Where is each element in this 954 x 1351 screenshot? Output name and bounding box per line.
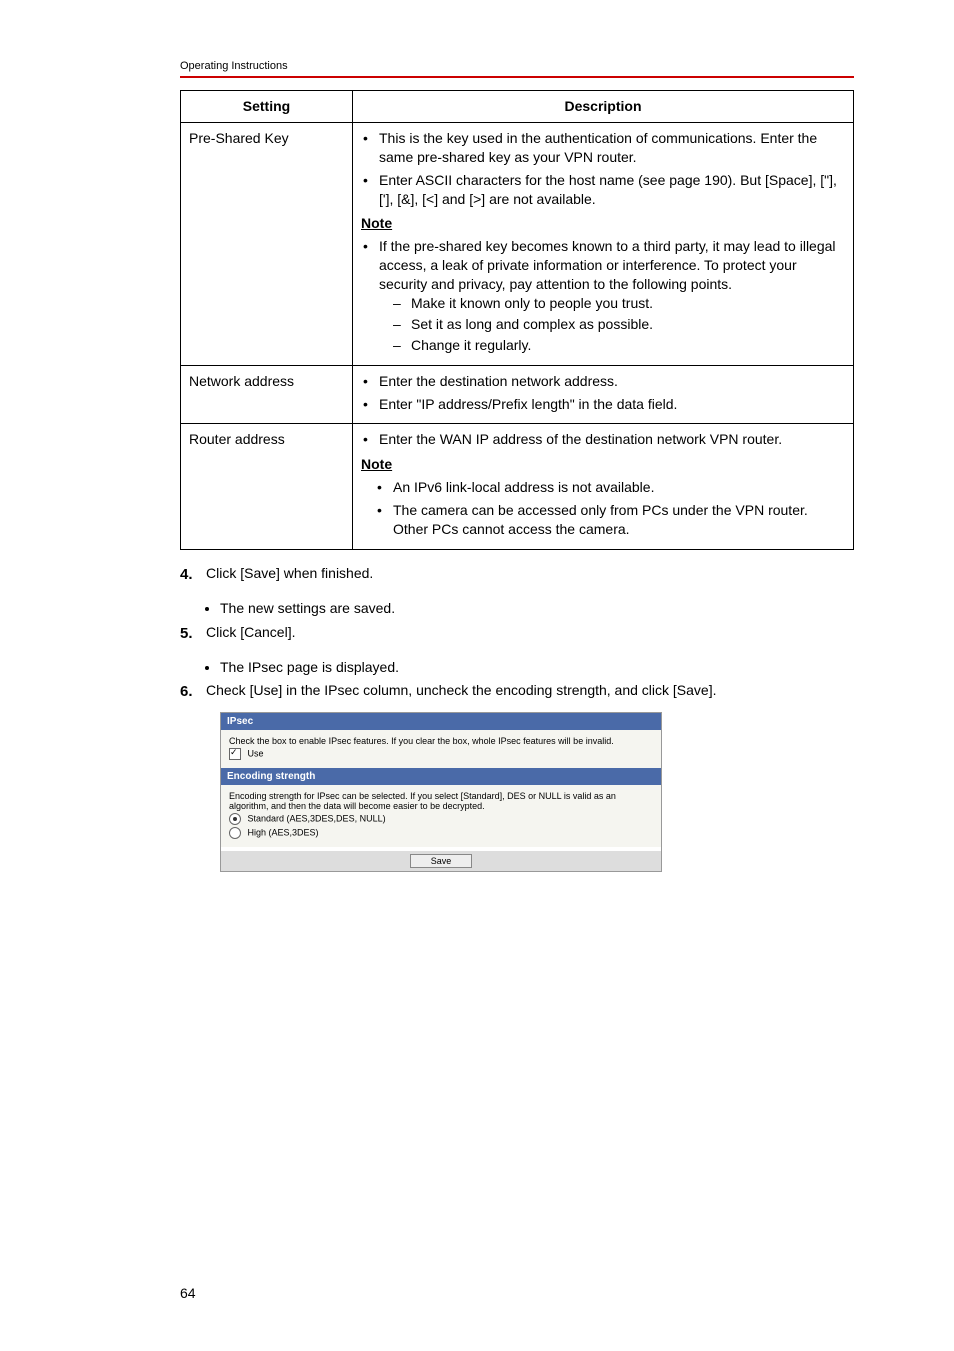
cell-description: Enter the WAN IP address of the destinat…	[353, 424, 854, 549]
note-heading: Note	[361, 455, 845, 474]
list-item: Change it regularly.	[379, 336, 845, 355]
high-radio[interactable]	[229, 827, 241, 839]
step-sub-item: The new settings are saved.	[220, 599, 395, 619]
list-item: Enter ASCII characters for the host name…	[361, 171, 845, 209]
encoding-panel-header: Encoding strength	[221, 768, 661, 785]
embedded-screenshot: IPsec Check the box to enable IPsec feat…	[220, 712, 662, 872]
note-heading: Note	[361, 214, 845, 233]
list-item: An IPv6 link-local address is not availa…	[375, 478, 845, 497]
header-divider	[180, 76, 854, 78]
step-number: 4.	[180, 564, 206, 585]
table-row: Network address Enter the destination ne…	[181, 365, 854, 424]
standard-radio-label: Standard (AES,3DES,DES, NULL)	[248, 813, 386, 823]
cell-setting: Pre-Shared Key	[181, 122, 353, 365]
cell-setting: Network address	[181, 365, 353, 424]
list-item: The camera can be accessed only from PCs…	[375, 501, 845, 539]
step-number: 6.	[180, 681, 206, 702]
step-sub-item: The IPsec page is displayed.	[220, 658, 399, 678]
step-text: Click [Save] when finished.	[206, 564, 854, 585]
high-radio-label: High (AES,3DES)	[248, 827, 319, 837]
step-text: Check [Use] in the IPsec column, uncheck…	[206, 681, 854, 702]
cell-description: Enter the destination network address. E…	[353, 365, 854, 424]
step-number: 5.	[180, 623, 206, 644]
list-item: Enter "IP address/Prefix length" in the …	[361, 395, 845, 414]
table-row: Pre-Shared Key This is the key used in t…	[181, 122, 854, 365]
page-header-label: Operating Instructions	[180, 60, 854, 72]
list-item: If the pre-shared key becomes known to a…	[361, 237, 845, 354]
col-header-setting: Setting	[181, 91, 353, 123]
cell-setting: Router address	[181, 424, 353, 549]
list-item: Set it as long and complex as possible.	[379, 315, 845, 334]
steps-list: 4. Click [Save] when finished. The new s…	[180, 564, 854, 702]
use-checkbox-label: Use	[248, 748, 264, 758]
list-item: Make it known only to people you trust.	[379, 294, 845, 313]
ipsec-panel-header: IPsec	[221, 713, 661, 730]
ipsec-instruction: Check the box to enable IPsec features. …	[229, 736, 653, 746]
step-text: Click [Cancel].	[206, 623, 854, 644]
list-item: Enter the WAN IP address of the destinat…	[361, 430, 845, 449]
use-checkbox[interactable]	[229, 748, 241, 760]
save-button[interactable]: Save	[410, 854, 473, 868]
note-text: If the pre-shared key becomes known to a…	[379, 238, 836, 292]
cell-description: This is the key used in the authenticati…	[353, 122, 854, 365]
settings-table: Setting Description Pre-Shared Key This …	[180, 90, 854, 550]
list-item: Enter the destination network address.	[361, 372, 845, 391]
page-number: 64	[180, 1285, 196, 1301]
table-row: Router address Enter the WAN IP address …	[181, 424, 854, 549]
encoding-instruction: Encoding strength for IPsec can be selec…	[229, 791, 653, 811]
standard-radio[interactable]	[229, 813, 241, 825]
col-header-description: Description	[353, 91, 854, 123]
list-item: This is the key used in the authenticati…	[361, 129, 845, 167]
